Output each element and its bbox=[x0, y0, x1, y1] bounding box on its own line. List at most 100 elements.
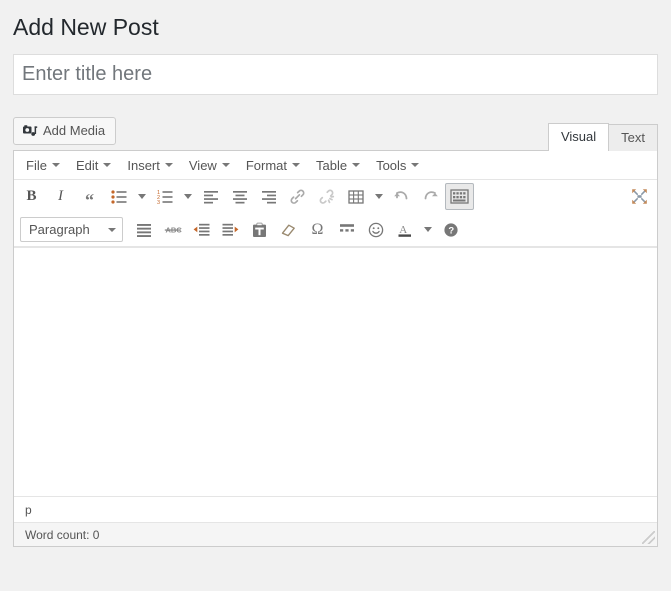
editor-wrap: Add Media Visual Text File Edit Insert bbox=[13, 117, 658, 547]
editor-mode-tabs: Visual Text bbox=[549, 123, 658, 151]
menu-view-label: View bbox=[189, 158, 217, 173]
chevron-down-icon bbox=[108, 228, 116, 232]
add-media-button[interactable]: Add Media bbox=[13, 117, 116, 145]
menu-file[interactable]: File bbox=[18, 153, 68, 178]
bullet-list-icon bbox=[111, 190, 127, 204]
text-color-a-icon: A bbox=[397, 222, 413, 238]
menu-insert-label: Insert bbox=[127, 158, 160, 173]
unlink-button[interactable] bbox=[312, 183, 341, 210]
word-count-label: Word count: 0 bbox=[25, 528, 99, 542]
paragraph-style-select[interactable]: Paragraph bbox=[20, 217, 123, 242]
editor-toolbar-secondary: Paragraph bbox=[14, 213, 657, 247]
chevron-down-icon bbox=[52, 163, 60, 167]
redo-button[interactable] bbox=[416, 183, 445, 210]
menu-tools[interactable]: Tools bbox=[368, 153, 427, 178]
special-character-button[interactable]: Ω bbox=[303, 216, 332, 243]
align-left-button[interactable] bbox=[196, 183, 225, 210]
tinymce-editor: File Edit Insert View Format bbox=[13, 150, 658, 547]
menu-edit-label: Edit bbox=[76, 158, 98, 173]
omega-special-character-icon: Ω bbox=[312, 222, 324, 238]
svg-text:A: A bbox=[399, 224, 407, 236]
editor-toolbar-primary: B I “ bbox=[14, 180, 657, 213]
blockquote-button[interactable]: “ bbox=[75, 183, 104, 210]
chevron-down-icon bbox=[222, 163, 230, 167]
table-icon bbox=[348, 190, 364, 204]
strikethrough-abc-icon: ABC bbox=[164, 223, 182, 236]
unlink-icon bbox=[318, 189, 335, 205]
add-new-post-page: Add New Post Add Media bbox=[0, 0, 671, 591]
chevron-down-icon bbox=[138, 194, 146, 199]
text-color-menu-button[interactable] bbox=[419, 216, 436, 243]
link-icon bbox=[289, 189, 306, 205]
outdent-icon bbox=[193, 223, 210, 237]
emoticons-button[interactable] bbox=[361, 216, 390, 243]
strikethrough-button[interactable]: ABC bbox=[158, 216, 187, 243]
editor-statusbar: Word count: 0 bbox=[14, 522, 657, 546]
menu-table[interactable]: Table bbox=[308, 153, 368, 178]
indent-button[interactable] bbox=[216, 216, 245, 243]
element-path[interactable]: p bbox=[14, 496, 657, 522]
indent-icon bbox=[222, 223, 239, 237]
link-button[interactable] bbox=[283, 183, 312, 210]
menu-format[interactable]: Format bbox=[238, 153, 308, 178]
chevron-down-icon bbox=[411, 163, 419, 167]
paragraph-style-value: Paragraph bbox=[29, 222, 90, 237]
fullscreen-button[interactable] bbox=[625, 183, 654, 210]
italic-icon: I bbox=[58, 189, 63, 204]
blockquote-icon: “ bbox=[85, 195, 94, 205]
align-right-button[interactable] bbox=[254, 183, 283, 210]
tab-visual[interactable]: Visual bbox=[548, 123, 609, 151]
svg-text:3: 3 bbox=[157, 200, 160, 204]
media-camera-icon bbox=[22, 123, 38, 139]
align-justify-button[interactable] bbox=[129, 216, 158, 243]
clear-formatting-button[interactable] bbox=[274, 216, 303, 243]
chevron-down-icon bbox=[292, 163, 300, 167]
editor-menubar: File Edit Insert View Format bbox=[14, 151, 657, 180]
menu-tools-label: Tools bbox=[376, 158, 406, 173]
bullet-list-menu-button[interactable] bbox=[133, 183, 150, 210]
editor-content-area[interactable] bbox=[14, 247, 657, 496]
media-buttons-row: Add Media Visual Text bbox=[13, 117, 658, 150]
numbered-list-icon: 1 2 3 bbox=[157, 190, 173, 204]
numbered-list-menu-button[interactable] bbox=[179, 183, 196, 210]
help-button[interactable]: ? bbox=[436, 216, 465, 243]
numbered-list-button[interactable]: 1 2 3 bbox=[150, 183, 179, 210]
help-question-icon: ? bbox=[443, 222, 459, 238]
post-title-input[interactable] bbox=[13, 54, 658, 95]
outdent-button[interactable] bbox=[187, 216, 216, 243]
italic-button[interactable]: I bbox=[46, 183, 75, 210]
menu-insert[interactable]: Insert bbox=[119, 153, 181, 178]
menu-file-label: File bbox=[26, 158, 47, 173]
menu-view[interactable]: View bbox=[181, 153, 238, 178]
chevron-down-icon bbox=[103, 163, 111, 167]
chevron-down-icon bbox=[184, 194, 192, 199]
chevron-down-icon bbox=[352, 163, 360, 167]
chevron-down-icon bbox=[424, 227, 432, 232]
page-title: Add New Post bbox=[13, 0, 658, 54]
toolbar-toggle-button[interactable] bbox=[445, 183, 474, 210]
resize-grip-handle[interactable] bbox=[642, 531, 655, 544]
align-center-button[interactable] bbox=[225, 183, 254, 210]
tab-text[interactable]: Text bbox=[608, 124, 658, 151]
paste-as-text-icon bbox=[252, 222, 267, 238]
menu-table-label: Table bbox=[316, 158, 347, 173]
bullet-list-button[interactable] bbox=[104, 183, 133, 210]
menu-edit[interactable]: Edit bbox=[68, 153, 119, 178]
table-button[interactable] bbox=[341, 183, 370, 210]
paste-as-text-button[interactable] bbox=[245, 216, 274, 243]
menu-format-label: Format bbox=[246, 158, 287, 173]
horizontal-rule-button[interactable] bbox=[332, 216, 361, 243]
horizontal-rule-icon bbox=[339, 223, 355, 236]
undo-button[interactable] bbox=[387, 183, 416, 210]
bold-icon: B bbox=[26, 189, 36, 204]
table-menu-button[interactable] bbox=[370, 183, 387, 210]
smiley-face-icon bbox=[368, 222, 384, 238]
post-title-wrap bbox=[13, 54, 658, 95]
align-justify-icon bbox=[136, 223, 152, 237]
bold-button[interactable]: B bbox=[17, 183, 46, 210]
chevron-down-icon bbox=[375, 194, 383, 199]
chevron-down-icon bbox=[165, 163, 173, 167]
align-right-icon bbox=[261, 190, 277, 204]
keyboard-toolbar-icon bbox=[450, 189, 469, 204]
text-color-button[interactable]: A bbox=[390, 216, 419, 243]
